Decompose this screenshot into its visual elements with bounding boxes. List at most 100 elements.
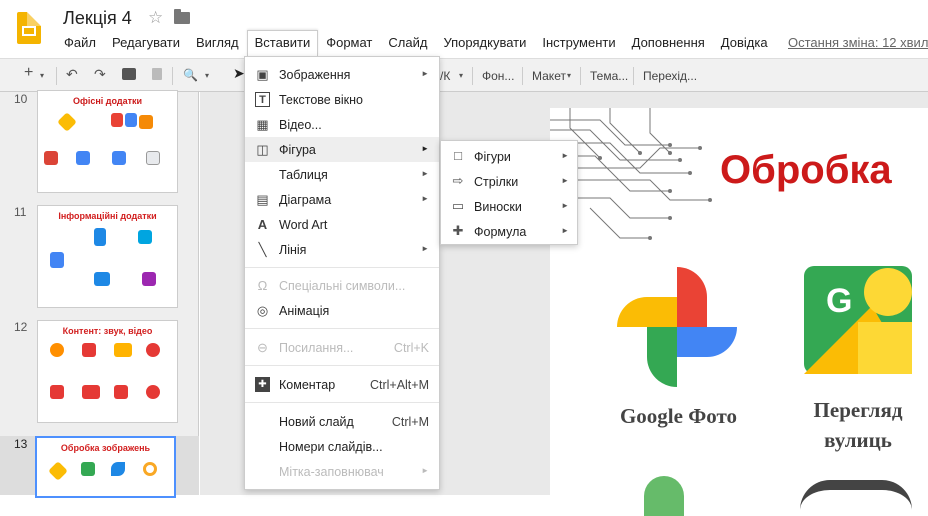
- menu-edit[interactable]: Редагувати: [104, 30, 188, 56]
- slides-logo-icon[interactable]: [17, 12, 41, 44]
- submenu-item-label: Виноски: [474, 200, 522, 214]
- menu-item-shape[interactable]: ◫ Фігура ►: [245, 137, 439, 162]
- equation-icon: ✚: [452, 223, 464, 238]
- chart-icon: ▤: [256, 192, 269, 207]
- menu-arrange[interactable]: Упорядкувати: [435, 30, 534, 56]
- slide-caption: Перегляд: [813, 398, 903, 422]
- zoom-dropdown-icon[interactable]: ▾: [205, 71, 209, 80]
- special-chars-icon: Ω: [257, 278, 268, 293]
- wordart-icon: A: [257, 217, 268, 232]
- menu-item-link: ⊖ Посилання... Ctrl+K: [245, 335, 439, 360]
- menu-slide[interactable]: Слайд: [380, 30, 435, 56]
- app-icon: [111, 113, 123, 127]
- menu-item-animation[interactable]: ◎ Анімація: [245, 298, 439, 323]
- youtube-icon: [82, 385, 100, 399]
- document-title[interactable]: Лекція 4: [63, 8, 132, 29]
- theme-button[interactable]: Тема...: [590, 69, 628, 83]
- submenu-item-equation[interactable]: ✚ Формула ►: [441, 219, 577, 244]
- slide-title[interactable]: Обробка: [720, 148, 892, 193]
- submenu-item-shapes[interactable]: □ Фігури ►: [441, 144, 577, 169]
- submenu-item-arrows[interactable]: ⇨ Стрілки ►: [441, 169, 577, 194]
- menu-item-wordart[interactable]: A Word Art: [245, 212, 439, 237]
- menu-item-label: Word Art: [279, 218, 328, 232]
- add-slide-button[interactable]: +: [24, 64, 33, 82]
- slide-filmstrip[interactable]: 10 Офісні додатки 11 Інформаційні додатк…: [0, 90, 199, 498]
- menu-item-label: Зображення: [279, 68, 351, 82]
- menu-view[interactable]: Вигляд: [188, 30, 247, 56]
- slide-thumbnail-11[interactable]: Інформаційні додатки: [37, 205, 178, 308]
- star-icon[interactable]: ☆: [148, 8, 163, 28]
- last-edit-link[interactable]: Остання зміна: 12 хвил: [788, 35, 928, 50]
- shapes-icon: □: [454, 148, 462, 163]
- menu-item-video[interactable]: ▦ Відео...: [245, 112, 439, 137]
- menu-item-line[interactable]: ╲ Лінія ►: [245, 237, 439, 262]
- toolbar-divider: [522, 67, 523, 85]
- folder-icon[interactable]: [174, 9, 190, 24]
- menu-format[interactable]: Формат: [318, 30, 380, 56]
- cloud-print-icon: [146, 151, 160, 165]
- menu-item-new-slide[interactable]: Новий слайд Ctrl+M: [245, 409, 439, 434]
- toolbar-divider: [56, 67, 57, 85]
- layout-dropdown-icon[interactable]: ▾: [567, 71, 571, 80]
- slide-thumbnail-13[interactable]: Обробка зображень: [35, 436, 176, 498]
- layout-button[interactable]: Макет: [532, 69, 566, 83]
- newsstand-icon: [94, 272, 110, 286]
- add-slide-dropdown-icon[interactable]: ▾: [40, 71, 44, 80]
- menu-divider: [245, 402, 439, 403]
- street-view-icon: [81, 462, 95, 476]
- slide-number: 10: [14, 92, 28, 106]
- menu-item-label: Відео...: [279, 118, 322, 132]
- arrows-icon: ⇨: [452, 173, 464, 188]
- google-photos-icon: [48, 461, 68, 481]
- menu-shortcut: Ctrl+K: [393, 341, 429, 355]
- slide-number: 12: [14, 320, 28, 334]
- comment-icon: ✚: [255, 377, 270, 392]
- undo-button[interactable]: ↶: [66, 66, 78, 83]
- zoom-icon[interactable]: 🔍: [183, 68, 198, 82]
- image-icon: ▣: [256, 67, 269, 82]
- idol-icon: [143, 462, 157, 476]
- menu-tools[interactable]: Інструменти: [534, 30, 623, 56]
- background-button[interactable]: Фон...: [482, 69, 514, 83]
- link-icon: ⊖: [257, 340, 268, 355]
- dropdown-icon[interactable]: ▾: [459, 71, 463, 80]
- menu-item-label: Коментар: [279, 378, 336, 392]
- menu-item-chart[interactable]: ▤ Діаграма ►: [245, 187, 439, 212]
- street-view-icon: G: [804, 266, 912, 374]
- drive-icon: [57, 112, 77, 132]
- menu-shortcut: Ctrl+M: [391, 415, 429, 429]
- menu-item-textbox[interactable]: T Текстове вікно: [245, 87, 439, 112]
- translate-icon: [76, 151, 90, 165]
- creator-studio-icon: [146, 385, 160, 399]
- paint-format-icon[interactable]: [152, 68, 162, 80]
- menu-item-slide-numbers[interactable]: Номери слайдів...: [245, 434, 439, 459]
- submenu-arrow-icon: ►: [421, 69, 429, 78]
- menu-help[interactable]: Довідка: [713, 30, 776, 56]
- callouts-icon: ▭: [451, 198, 465, 213]
- toolbar-divider: [172, 67, 173, 85]
- select-cursor-icon[interactable]: ➤: [233, 65, 245, 82]
- print-icon[interactable]: [122, 68, 136, 80]
- motion-stills-icon: [111, 462, 125, 476]
- menu-item-special-chars: Ω Спеціальні символи...: [245, 273, 439, 298]
- transition-button[interactable]: Перехід...: [643, 69, 697, 83]
- thumbnail-title: Інформаційні додатки: [58, 211, 157, 221]
- menu-item-image[interactable]: ▣ Зображення ►: [245, 62, 439, 87]
- font-size-dropdown[interactable]: /К: [440, 69, 450, 83]
- menu-item-comment[interactable]: ✚ Коментар Ctrl+Alt+M: [245, 372, 439, 397]
- slide-thumbnail-12[interactable]: Контент: звук, відео: [37, 320, 178, 423]
- redo-button[interactable]: ↷: [94, 66, 106, 83]
- submenu-arrow-icon: ►: [421, 169, 429, 178]
- submenu-item-callouts[interactable]: ▭ Виноски ►: [441, 194, 577, 219]
- menu-file[interactable]: Файл: [56, 30, 104, 56]
- toolbar-divider: [633, 67, 634, 85]
- menu-item-label: Посилання...: [279, 341, 354, 355]
- slide-thumbnail-10[interactable]: Офісні додатки: [37, 90, 178, 193]
- google-photos-icon: [617, 267, 737, 387]
- menu-insert[interactable]: Вставити: [246, 30, 319, 56]
- app-icon: [112, 151, 126, 165]
- submenu-item-label: Стрілки: [474, 175, 519, 189]
- menu-addons[interactable]: Доповнення: [624, 30, 713, 56]
- menu-item-table[interactable]: Таблиця ►: [245, 162, 439, 187]
- shape-submenu: □ Фігури ► ⇨ Стрілки ► ▭ Виноски ► ✚ Фор…: [440, 140, 578, 245]
